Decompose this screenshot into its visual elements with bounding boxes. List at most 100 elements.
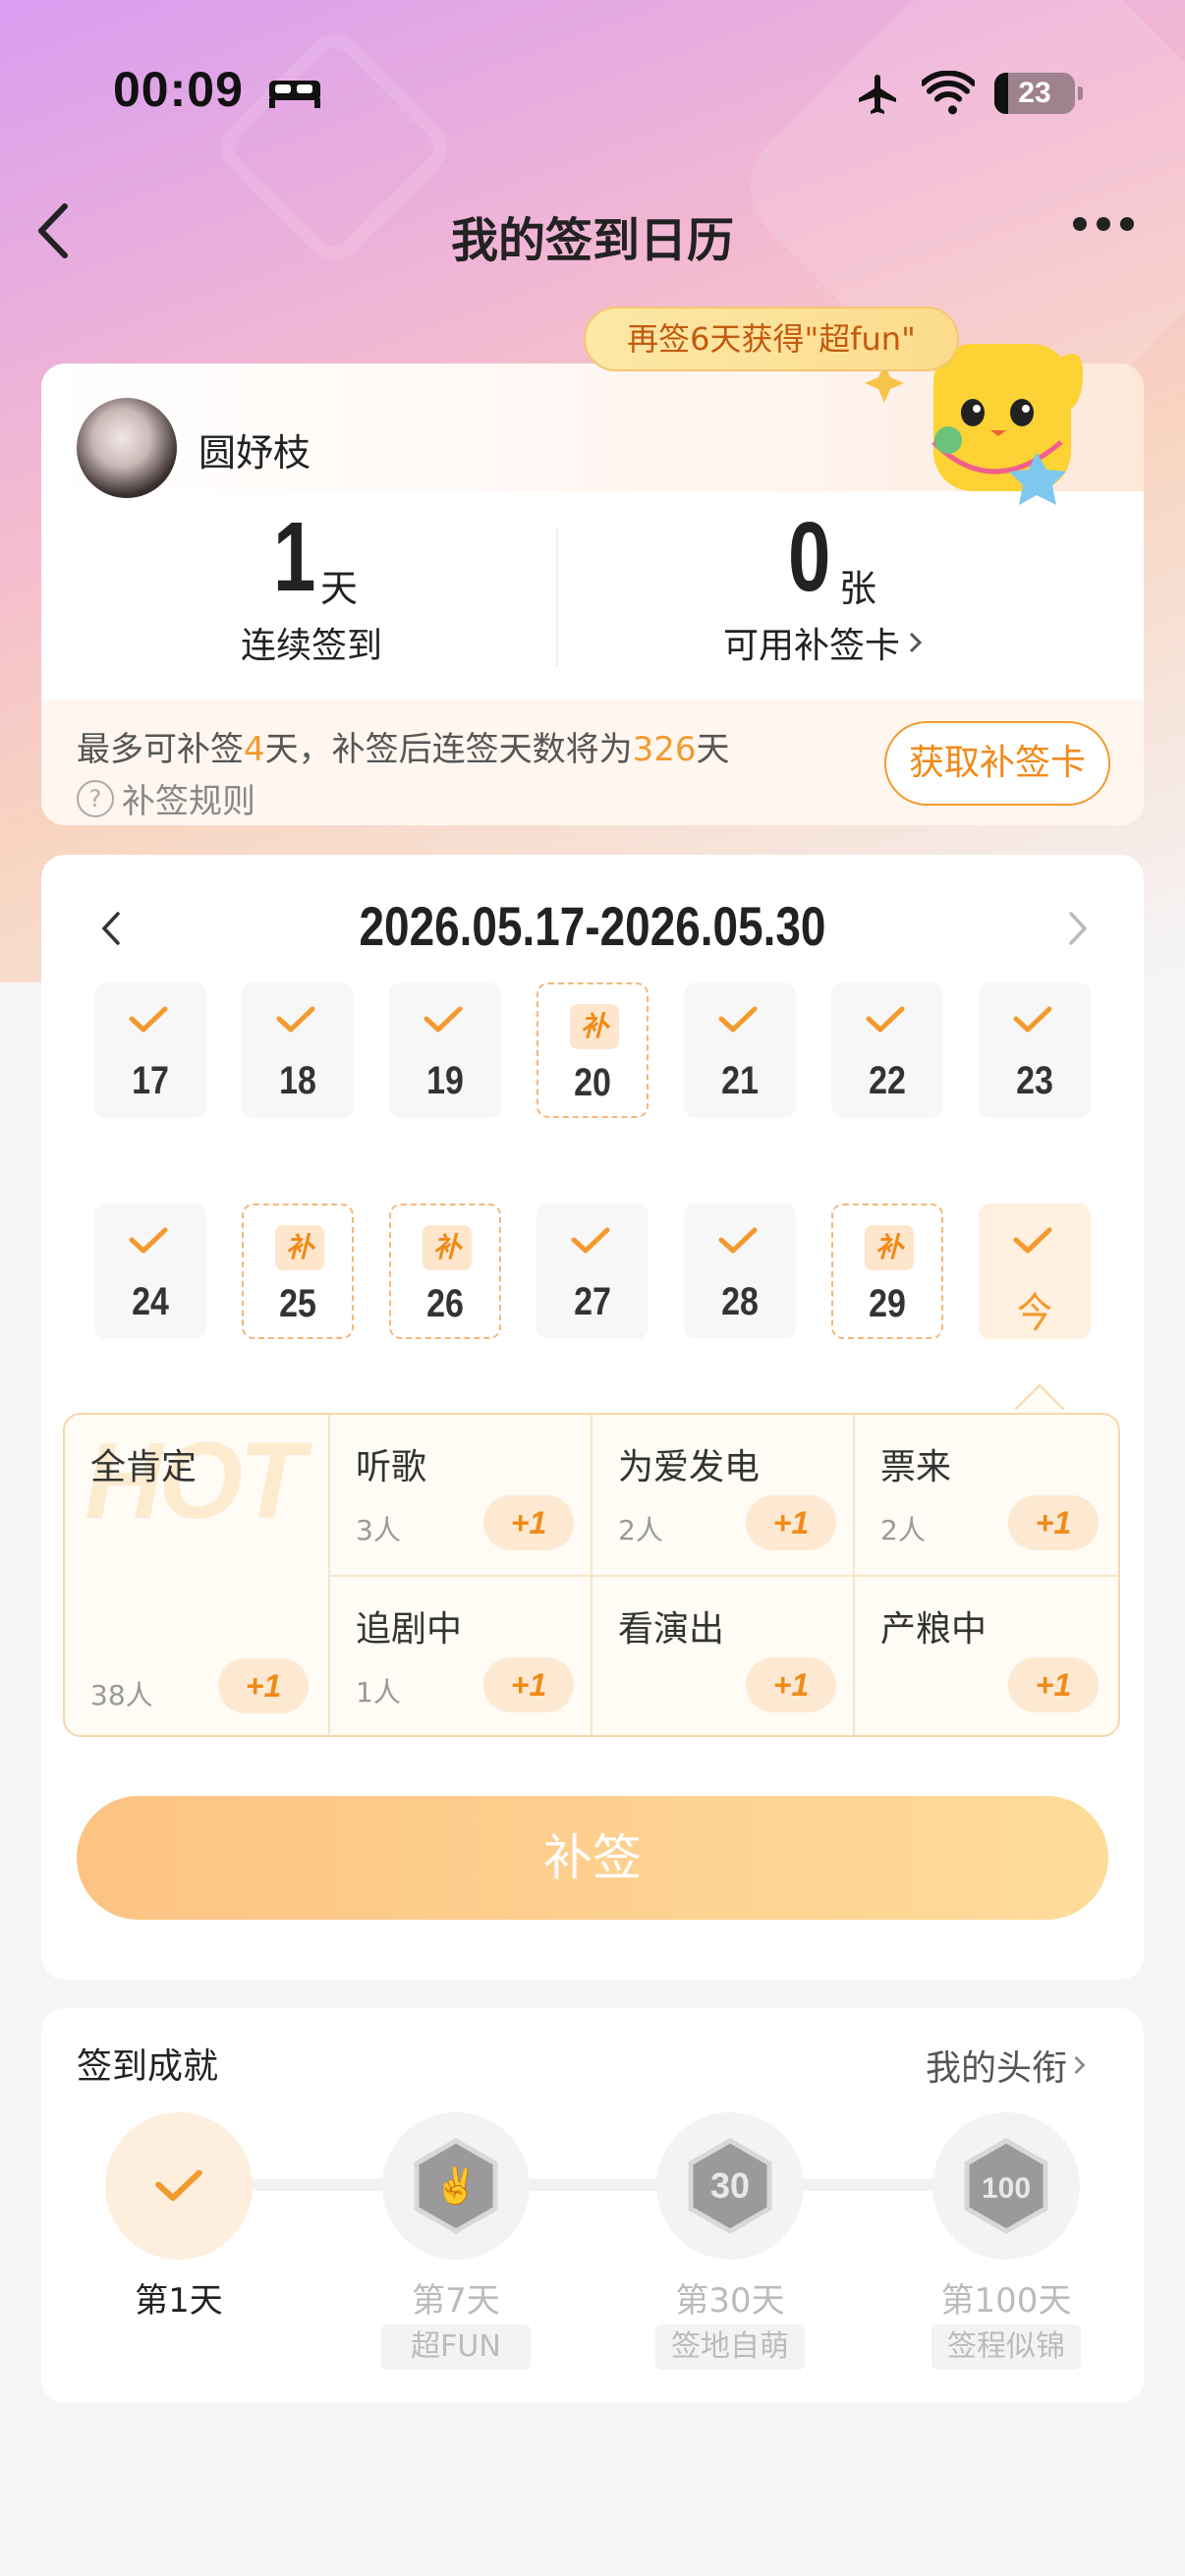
tag-count: 3人 [356,1514,401,1546]
calendar-day[interactable]: 补 29 [831,1204,943,1339]
svg-text:✌: ✌ [434,2164,479,2207]
tag-count: 2人 [618,1514,663,1546]
promo-badge[interactable]: 再签6天获得"超fun" [584,307,959,371]
tag-plus-button[interactable]: +1 [746,1495,836,1550]
calendar-day-number: 今 [1017,1290,1052,1336]
achievement-label: 第100天 [940,2281,1072,2321]
streak-value: 1 [273,502,315,612]
cards-unit: 张 [839,567,877,610]
chevron-right-icon [909,632,923,653]
calendar-day[interactable]: 今 [979,1204,1091,1339]
check-icon [129,1227,168,1254]
calendar-day-number: 22 [869,1059,906,1102]
makeup-signin-button[interactable]: 补签 [77,1796,1108,1920]
tag-count: 1人 [356,1676,401,1708]
tag-plus-button[interactable]: +1 [1008,1495,1099,1550]
chevron-right-icon [1074,2055,1086,2075]
avatar[interactable] [77,398,177,498]
tag-name: 产粮中 [880,1609,988,1650]
tag-item[interactable]: 追剧中 1人 +1 [330,1577,592,1735]
wifi-icon [922,71,975,115]
tag-item[interactable]: 看演出 +1 [592,1577,855,1735]
my-title-label: 我的头衔 [926,2048,1068,2089]
tag-name: 全肯定 [90,1447,198,1487]
tag-name: 为爱发电 [618,1447,761,1487]
check-icon [276,1006,315,1033]
mood-tag-panel: HOT 全肯定 38人 +1 听歌 3人 +1 为爱发电 2人 +1 票来 2人 +1 追剧中 1人… [63,1413,1120,1737]
tag-count: 2人 [880,1514,926,1546]
achievement-badge[interactable]: 100 [932,2112,1080,2260]
tag-name: 看演出 [618,1609,725,1650]
more-horizontal-icon[interactable] [1073,216,1144,246]
calendar-day[interactable]: 27 [536,1204,649,1339]
calendar-day[interactable]: 23 [979,982,1091,1118]
cards-label: 可用补签卡 [723,626,901,666]
status-time: 00:09 [113,62,244,117]
tag-name: 追剧中 [356,1609,463,1650]
achievement-label: 第30天 [675,2281,785,2321]
svg-text:100: 100 [982,2172,1031,2205]
makeup-rule-link[interactable]: ? 补签规则 [77,774,255,822]
badge-icon: ✌ [414,2138,498,2234]
calendar-day[interactable]: 19 [389,982,501,1118]
achievement-done[interactable] [105,2112,253,2260]
check-icon [1013,1006,1052,1033]
tag-plus-button[interactable]: +1 [1008,1657,1099,1712]
makeup-tag: 补 [570,1004,619,1049]
calendar-day-number: 20 [574,1061,611,1104]
tag-plus-button[interactable]: +1 [218,1658,309,1713]
tag-plus-button[interactable]: +1 [483,1657,574,1712]
achievement-label: 第7天 [412,2281,500,2321]
check-icon [718,1006,758,1033]
badge-icon: 30 [688,2138,772,2234]
status-bar: 00:09 23 [0,0,1185,187]
achievement-title-badge: 签程似锦 [931,2324,1081,2370]
makeup-tag: 补 [865,1225,914,1270]
chevron-right-icon[interactable] [1063,904,1093,953]
calendar-day[interactable]: 补 20 [536,982,649,1118]
calendar-day[interactable]: 28 [684,1204,796,1339]
calendar-day-number: 17 [132,1059,169,1102]
get-makeup-card-button[interactable]: 获取补签卡 [884,721,1110,806]
tag-plus-button[interactable]: +1 [483,1495,574,1550]
calendar-day[interactable]: 补 26 [389,1204,501,1339]
achievement-label: 第1天 [135,2281,223,2321]
tag-item[interactable]: 听歌 3人 +1 [330,1415,592,1577]
badge-icon: 100 [964,2138,1048,2234]
tag-item-featured[interactable]: 全肯定 38人 +1 [65,1415,330,1735]
calendar-day[interactable]: 18 [242,982,354,1118]
achievement-badge[interactable]: ✌ [382,2112,530,2260]
check-icon [571,1227,610,1254]
makeup-tag: 补 [423,1225,472,1270]
check-icon [866,1006,905,1033]
calendar-day-number: 23 [1016,1059,1053,1102]
my-title-link[interactable]: 我的头衔 [926,2040,1089,2091]
calendar-day[interactable]: 补 25 [242,1204,354,1339]
calendar-day-number: 27 [574,1280,611,1323]
tag-count: 38人 [90,1679,153,1711]
calendar-day-number: 21 [721,1059,759,1102]
check-icon [1013,1227,1052,1254]
check-icon [423,1006,463,1033]
achievement-badge[interactable]: 30 [656,2112,804,2260]
check-icon [155,2169,202,2202]
streak-unit: 天 [320,567,359,610]
check-icon [129,1006,168,1033]
tag-item[interactable]: 产粮中 +1 [855,1577,1118,1735]
achievement-progress-line [177,2179,1002,2191]
calendar-day-number: 29 [869,1282,906,1325]
calendar-day[interactable]: 24 [94,1204,206,1339]
svg-text:30: 30 [710,2165,750,2206]
check-icon [718,1227,758,1254]
calendar-day-number: 28 [721,1280,759,1323]
tag-plus-button[interactable]: +1 [746,1657,836,1712]
calendar-day[interactable]: 21 [684,982,796,1118]
rule-link-label: 补签规则 [122,782,255,821]
cards-link[interactable]: 可用补签卡 [723,617,926,668]
tag-item[interactable]: 票来 2人 +1 [855,1415,1118,1577]
airplane-icon [859,75,896,114]
calendar-day[interactable]: 17 [94,982,206,1118]
calendar-day[interactable]: 22 [831,982,943,1118]
tag-item[interactable]: 为爱发电 2人 +1 [592,1415,855,1577]
calendar-day-number: 24 [132,1280,169,1323]
